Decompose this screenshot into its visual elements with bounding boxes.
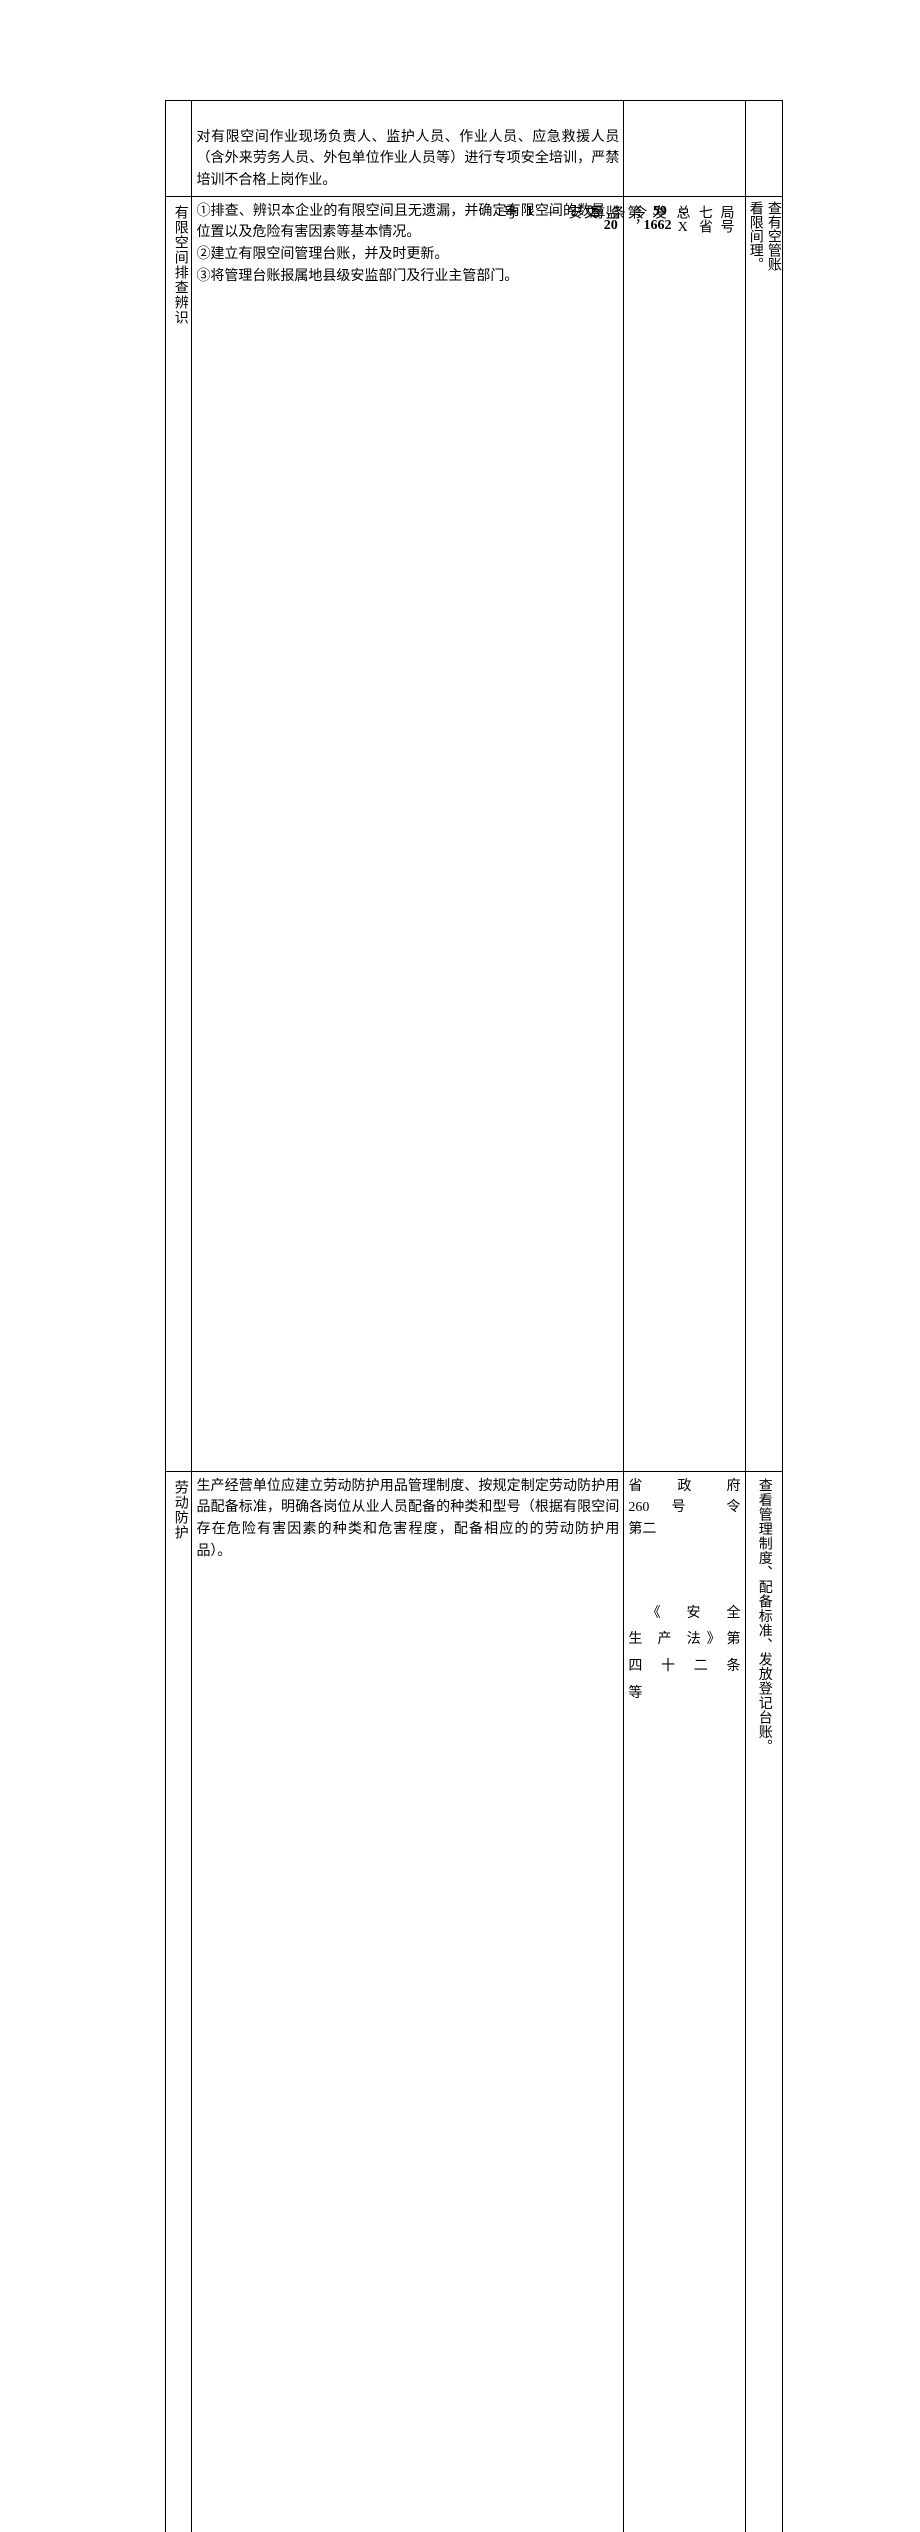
content-text: 对有限空间作业现场负责人、监护人员、作业人员、应急救援人员（含外来劳务人员、外包… bbox=[196, 130, 619, 188]
cell-basis: 省 政 府 260 号 令 第二 《 安 全 生 产 法》第 四 十 二 条 等 bbox=[624, 1471, 745, 2532]
cell-category: 有限空间排查辨识 bbox=[166, 196, 192, 1471]
cell-content: 对有限空间作业现场负责人、监护人员、作业人员、应急救援人员（含外来劳务人员、外包… bbox=[192, 101, 624, 197]
table-row: 劳动防护 生产经营单位应建立劳动防护用品管理制度、按规定制定劳动防护用品配备标准… bbox=[166, 1471, 783, 2532]
basis-line: 四 十 二 条 bbox=[628, 1654, 740, 1681]
basis-line: 生 产 法》第 bbox=[628, 1627, 740, 1654]
check-text-right: 查有空管账 bbox=[765, 201, 781, 271]
cell-check: 查看管理制度、配备标准、发放登记台账。 bbox=[745, 1471, 782, 2532]
basis-line: 《 安 全 bbox=[628, 1601, 740, 1628]
table-row: 对有限空间作业现场负责人、监护人员、作业人员、应急救援人员（含外来劳务人员、外包… bbox=[166, 101, 783, 197]
regulation-table: 对有限空间作业现场负责人、监护人员、作业人员、应急救援人员（含外来劳务人员、外包… bbox=[165, 100, 783, 2532]
basis-block-bottom: 《 安 全 生 产 法》第 四 十 二 条 等 bbox=[628, 1601, 740, 1707]
cell-basis bbox=[624, 101, 745, 197]
basis-block-top: 省 政 府 260 号 令 第二 bbox=[628, 1476, 740, 1541]
basis-line: 省 政 府 bbox=[628, 1476, 740, 1498]
basis-text-left: 总59令条局安—1号 bbox=[497, 205, 692, 220]
cell-category: 劳动防护 bbox=[166, 1471, 192, 2532]
cell-content: 生产经营单位应建立劳动防护用品管理制度、按规定制定劳动防护用品配备标准，明确各岗… bbox=[192, 1471, 624, 2532]
basis-line: 等 bbox=[628, 1681, 740, 1708]
category-label: 有限空间排查辨识 bbox=[168, 201, 192, 1467]
category-label: 劳动防护 bbox=[168, 1476, 192, 2532]
check-text: 查看管理制度、配备标准、发放登记台账。 bbox=[756, 1476, 772, 1754]
basis-line: 第二 bbox=[628, 1519, 740, 1541]
table-row: 有限空间排查辨识 ①排查、辨识本企业的有限空间且无遗漏，并确定有限空间的数量、位… bbox=[166, 196, 783, 1471]
content-text: 生产经营单位应建立劳动防护用品管理制度、按规定制定劳动防护用品配备标准，明确各岗… bbox=[196, 1479, 619, 1559]
check-text-left: 看限间理。 bbox=[747, 201, 763, 271]
cell-category bbox=[166, 101, 192, 197]
cell-check: 看限间理。 查有空管账 bbox=[745, 196, 782, 1471]
cell-content: ①排查、辨识本企业的有限空间且无遗漏，并确定有限空间的数量、位置以及危险有害因素… bbox=[192, 196, 624, 1471]
basis-line: 260 号 令 bbox=[628, 1497, 740, 1519]
cell-basis: 局号七省<X发1662第，监20文 总59令条局安—1号 bbox=[624, 196, 745, 1471]
document-page: 对有限空间作业现场负责人、监护人员、作业人员、应急救援人员（含外来劳务人员、外包… bbox=[165, 100, 783, 2532]
cell-check bbox=[745, 101, 782, 197]
